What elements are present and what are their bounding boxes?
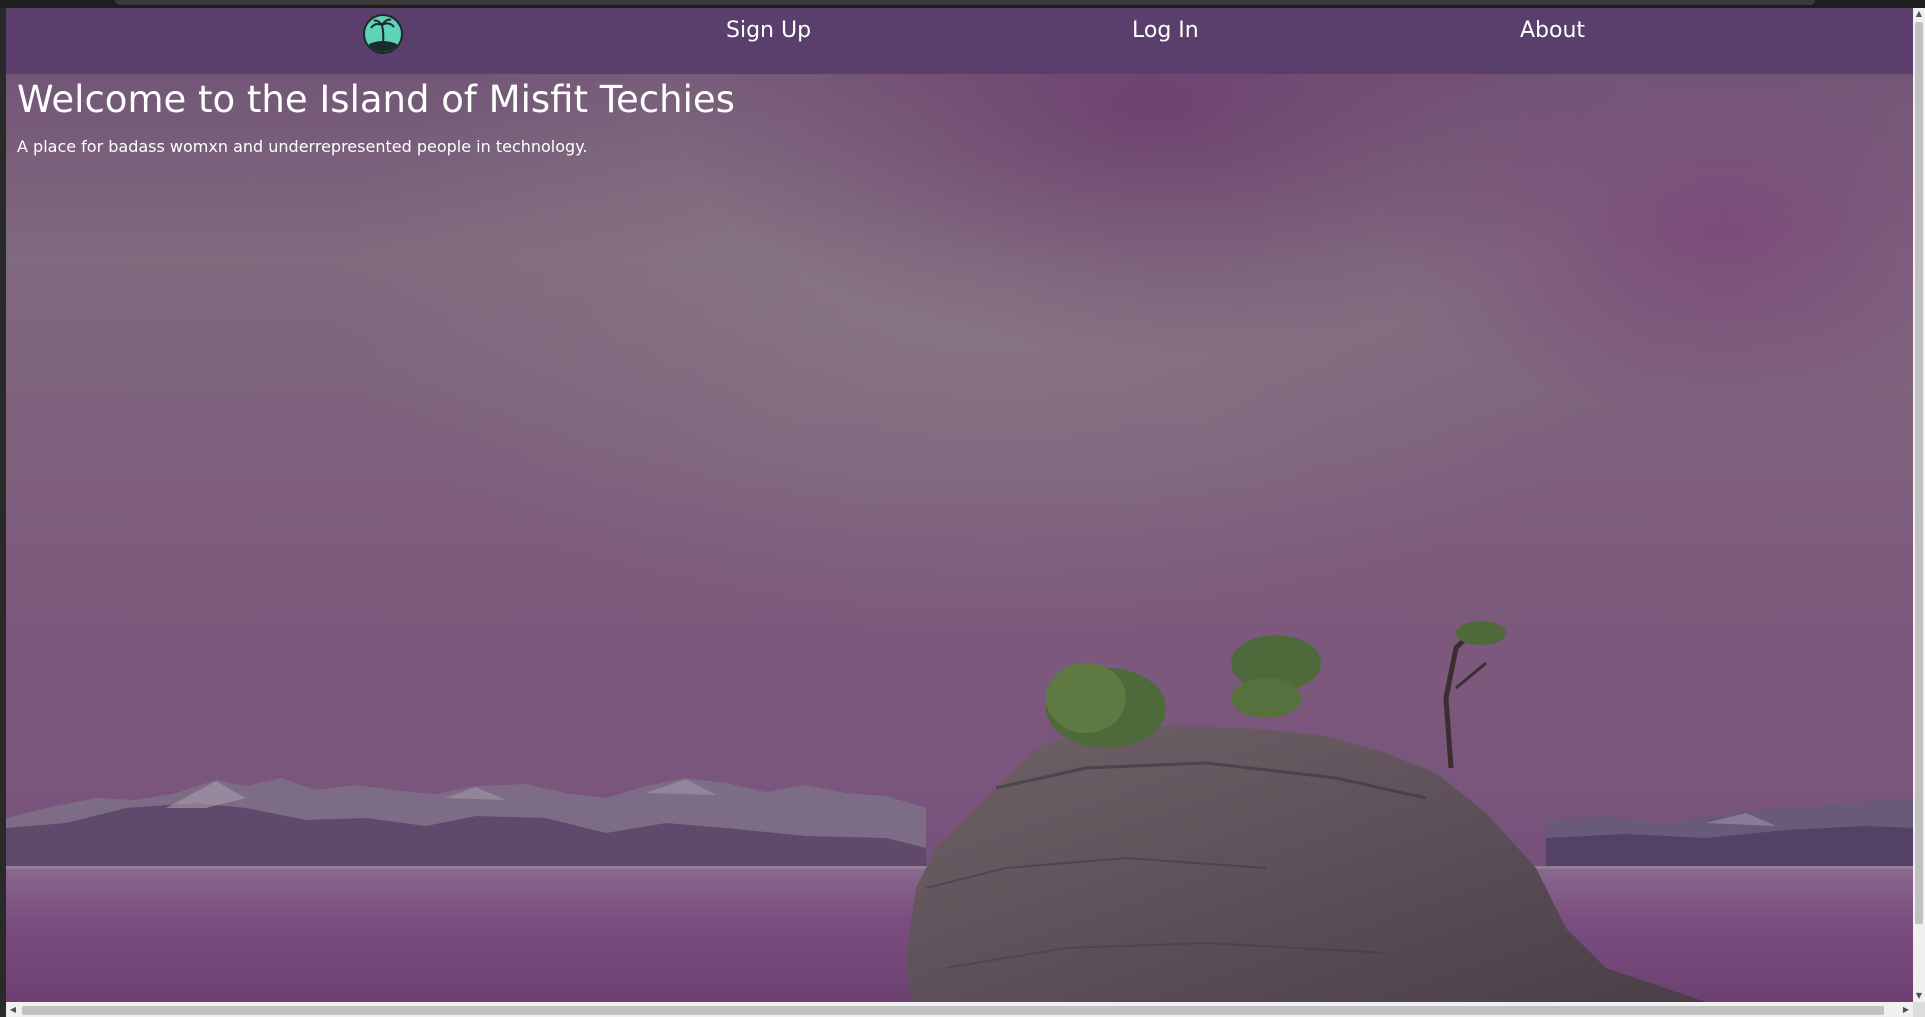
nav-login-link[interactable]: Log In: [1132, 18, 1199, 43]
nav-signup-link[interactable]: Sign Up: [726, 18, 811, 43]
page-title: Welcome to the Island of Misfit Techies: [17, 78, 735, 121]
browser-viewport: Sign Up Log In About Welcome to the Isla…: [0, 0, 1925, 1017]
page-subtitle: A place for badass womxn and underrepres…: [17, 137, 588, 156]
logo-graphic: [369, 18, 397, 52]
horizontal-scroll-thumb[interactable]: [22, 1006, 1884, 1015]
horizontal-scrollbar[interactable]: ◀ ▶: [6, 1002, 1913, 1017]
scroll-left-arrow-icon[interactable]: ◀: [6, 1002, 20, 1017]
vertical-scroll-thumb[interactable]: [1915, 22, 1923, 924]
background-image: [6, 8, 1913, 1002]
top-navbar: Sign Up Log In About: [6, 8, 1913, 74]
scroll-down-arrow-icon[interactable]: ▼: [1913, 990, 1925, 1002]
page-content: Sign Up Log In About Welcome to the Isla…: [6, 8, 1913, 1002]
nav-about-link[interactable]: About: [1520, 18, 1585, 43]
palm-tree-island-icon[interactable]: [363, 14, 403, 54]
vertical-scrollbar[interactable]: ▲ ▼: [1913, 8, 1925, 1002]
scroll-up-arrow-icon[interactable]: ▲: [1913, 8, 1925, 20]
scroll-right-arrow-icon[interactable]: ▶: [1899, 1002, 1913, 1017]
browser-tab-strip: [115, 0, 1815, 5]
scrollbar-corner: [1913, 1002, 1925, 1017]
